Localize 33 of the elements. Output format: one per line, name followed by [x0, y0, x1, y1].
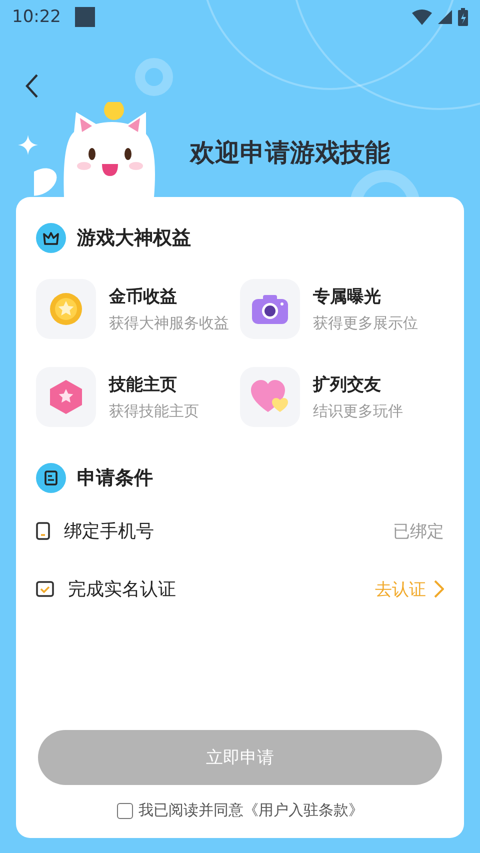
heart-icon [251, 380, 289, 414]
section-title: 游戏大神权益 [77, 226, 191, 251]
document-icon [36, 463, 66, 493]
signal-icon [438, 10, 452, 24]
camera-icon [252, 294, 288, 324]
notification-icon [75, 7, 95, 27]
condition-label: 绑定手机号 [64, 520, 154, 543]
benefit-description: 获得技能主页 [109, 402, 199, 421]
phone-icon [36, 522, 50, 540]
benefit-description: 获得更多展示位 [313, 314, 418, 333]
benefit-name: 技能主页 [109, 374, 178, 396]
benefit-description: 获得大神服务收益 [109, 314, 229, 333]
agreement-checkbox[interactable] [116, 802, 132, 818]
wifi-icon [412, 9, 432, 25]
back-icon[interactable] [24, 72, 40, 98]
benefit-name: 金币收益 [109, 286, 178, 308]
condition-status: 已绑定 [393, 520, 444, 542]
agreement-text: 我已阅读并同意《用户入驻条款》 [138, 801, 364, 820]
page-title: 欢迎申请游戏技能 [190, 137, 390, 169]
hexagon-star-icon [50, 380, 82, 414]
benefit-name: 扩列交友 [313, 374, 382, 396]
status-time: 10:22 [12, 7, 61, 27]
battery-icon [458, 8, 468, 26]
crown-icon [36, 223, 66, 253]
sparkle-icon [18, 135, 38, 155]
benefit-description: 结识更多玩伴 [313, 402, 403, 421]
verify-link[interactable]: 去认证 [375, 578, 426, 600]
condition-label: 完成实名认证 [68, 578, 176, 601]
section-title: 申请条件 [77, 466, 153, 491]
checkbox-card-icon [36, 581, 54, 597]
coin-icon [49, 292, 83, 326]
ring-decoration [135, 58, 173, 96]
benefit-name: 专属曝光 [313, 286, 382, 308]
